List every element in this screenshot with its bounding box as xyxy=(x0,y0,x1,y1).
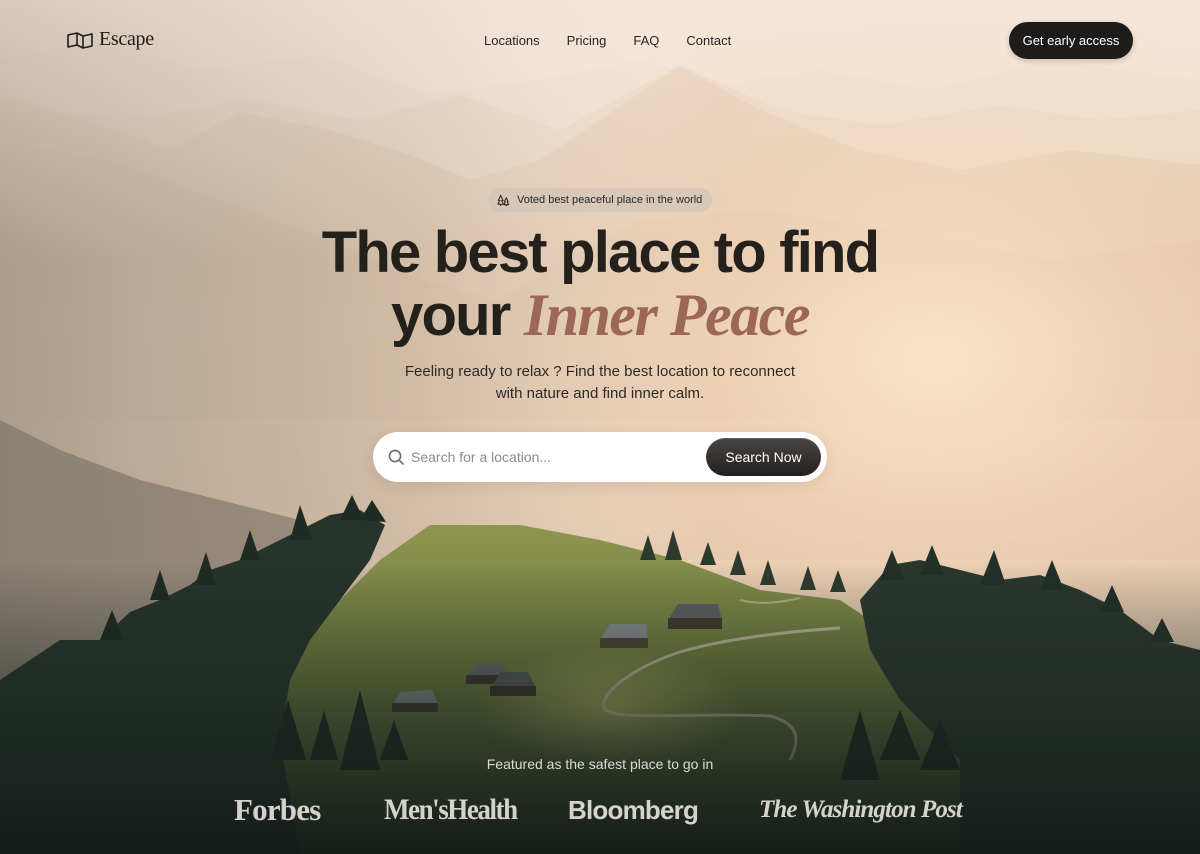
nav-faq[interactable]: FAQ xyxy=(633,33,659,48)
location-search-bar: Search Now xyxy=(373,432,827,482)
location-search-input[interactable] xyxy=(411,444,696,470)
subtext-line-1: Feeling ready to relax ? Find the best l… xyxy=(404,363,796,380)
brand-logo[interactable]: Escape xyxy=(66,28,154,51)
hero-headline: The best place to find your Inner Peace xyxy=(0,222,1200,347)
mens-health-logo: Men'sHealth xyxy=(384,793,518,826)
press-logos: Forbes Men'sHealth Bloomberg The Washing… xyxy=(0,790,1200,834)
subtext-line-2: with nature and find inner calm. xyxy=(495,385,705,402)
hero-subtext: Feeling ready to relax ? Find the best l… xyxy=(0,361,1200,405)
award-badge-text: Voted best peaceful place in the world xyxy=(517,194,703,206)
hero-background-landscape xyxy=(0,0,1200,854)
tree-icon xyxy=(497,194,510,206)
award-badge: Voted best peaceful place in the world xyxy=(488,188,713,212)
headline-line-2-plain: your xyxy=(391,283,511,348)
search-now-button[interactable]: Search Now xyxy=(706,438,821,476)
get-early-access-button[interactable]: Get early access xyxy=(1009,22,1133,59)
nav-contact[interactable]: Contact xyxy=(686,33,731,48)
brand-name: Escape xyxy=(99,28,154,50)
search-icon xyxy=(388,449,404,465)
featured-label: Featured as the safest place to go in xyxy=(486,756,714,772)
nav-pricing[interactable]: Pricing xyxy=(567,33,607,48)
nav-locations[interactable]: Locations xyxy=(484,33,540,48)
forbes-logo: Forbes xyxy=(234,792,321,827)
headline-line-1: The best place to find xyxy=(321,220,880,285)
washington-post-logo: The Washington Post xyxy=(759,796,963,823)
bloomberg-logo: Bloomberg xyxy=(568,795,699,825)
headline-accent: Inner Peace xyxy=(523,282,811,348)
site-header: Escape Locations Pricing FAQ Contact Get… xyxy=(0,0,1200,82)
flag-icon xyxy=(67,31,93,49)
main-nav: Locations Pricing FAQ Contact xyxy=(484,33,731,48)
